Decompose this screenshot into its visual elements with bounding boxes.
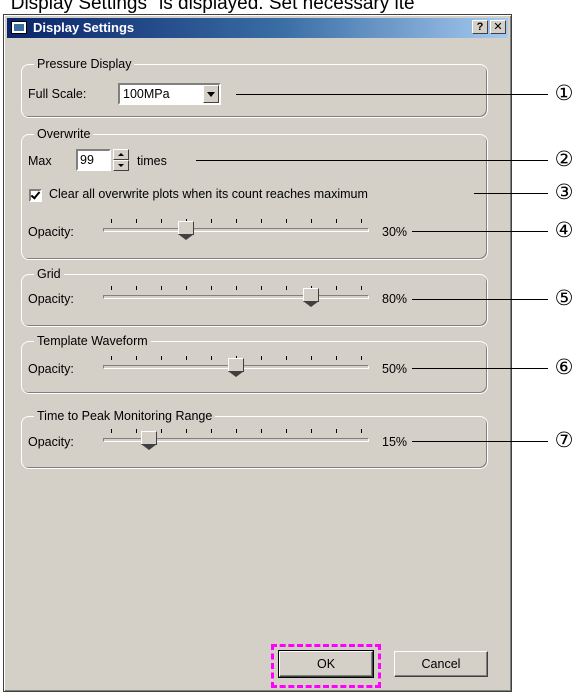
max-label: Max	[28, 154, 52, 168]
slider-tick	[236, 429, 237, 433]
slider-tick	[286, 429, 287, 433]
slider-tick	[111, 356, 112, 360]
callout-line	[412, 231, 548, 232]
slider-tick	[211, 219, 212, 223]
slider-tick	[161, 219, 162, 223]
max-count-input[interactable]: 99	[76, 149, 111, 171]
group-title: Pressure Display	[34, 56, 135, 72]
ttp-opacity-slider[interactable]	[103, 425, 369, 450]
help-button[interactable]: ?	[472, 20, 488, 34]
slider-tick	[211, 429, 212, 433]
opacity-label: Opacity:	[28, 225, 74, 239]
slider-tick	[211, 356, 212, 360]
group-title: Template Waveform	[34, 333, 151, 349]
slider-tick	[236, 286, 237, 290]
slider-tick	[136, 356, 137, 360]
slider-tick	[161, 286, 162, 290]
slider-tick	[161, 356, 162, 360]
slider-tick	[311, 219, 312, 223]
template-opacity-value: 50%	[382, 362, 408, 376]
callout-number: ⑦	[554, 429, 574, 452]
slider-track[interactable]	[103, 295, 369, 299]
slider-thumb[interactable]	[178, 221, 194, 240]
slider-tick	[136, 286, 137, 290]
slider-tick	[286, 286, 287, 290]
slider-tick	[261, 429, 262, 433]
group-title: Overwrite	[34, 126, 94, 142]
group-title: Grid	[34, 266, 64, 282]
full-scale-select[interactable]: 100MPa	[118, 83, 221, 105]
slider-thumb[interactable]	[140, 431, 157, 450]
callout-line	[412, 368, 548, 369]
callout-line	[236, 94, 548, 95]
callout-number: ⑤	[554, 287, 574, 310]
opacity-label: Opacity:	[28, 435, 74, 449]
clear-overwrite-label: Clear all overwrite plots when its count…	[49, 187, 368, 201]
callout-line	[412, 441, 548, 442]
window-icon	[11, 21, 27, 34]
slider-tick	[186, 286, 187, 290]
callout-line	[474, 193, 548, 194]
slider-tick	[186, 429, 187, 433]
slider-tick	[311, 429, 312, 433]
slider-thumb[interactable]	[228, 358, 244, 377]
template-opacity-slider[interactable]	[103, 352, 369, 377]
callout-number: ④	[554, 219, 574, 242]
slider-tick	[111, 286, 112, 290]
callout-number: ②	[554, 148, 574, 171]
slider-tick	[336, 429, 337, 433]
callout-line	[412, 299, 548, 300]
slider-tick	[261, 356, 262, 360]
spin-up-icon[interactable]	[113, 149, 129, 160]
slider-tick	[261, 286, 262, 290]
callout-number: ①	[554, 82, 574, 105]
callout-line	[196, 160, 548, 161]
full-scale-value: 100MPa	[123, 87, 170, 101]
slider-tick	[161, 429, 162, 433]
opacity-label: Opacity:	[28, 292, 74, 306]
cancel-button[interactable]: Cancel	[394, 651, 488, 677]
slider-track[interactable]	[103, 228, 369, 232]
slider-tick	[186, 356, 187, 360]
overwrite-opacity-value: 30%	[382, 225, 408, 239]
slider-tick	[136, 429, 137, 433]
title-bar[interactable]: Display Settings ? ✕	[7, 18, 508, 38]
slider-tick	[261, 219, 262, 223]
slider-tick	[311, 356, 312, 360]
close-button[interactable]: ✕	[490, 20, 506, 34]
ttp-opacity-value: 15%	[382, 435, 408, 449]
slider-tick	[286, 219, 287, 223]
slider-tick	[361, 219, 362, 223]
spin-down-icon[interactable]	[113, 160, 129, 171]
group-title: Time to Peak Monitoring Range	[34, 408, 216, 424]
pressure-display-group: Pressure Display	[21, 56, 488, 118]
callout-number: ⑥	[554, 356, 574, 379]
times-label: times	[137, 154, 167, 168]
ok-highlight-marker	[271, 644, 381, 688]
slider-tick	[336, 356, 337, 360]
slider-tick	[336, 286, 337, 290]
slider-tick	[336, 219, 337, 223]
slider-tick	[211, 286, 212, 290]
slider-tick	[236, 219, 237, 223]
window-title: Display Settings	[33, 20, 135, 35]
clear-overwrite-checkbox[interactable]	[29, 189, 42, 202]
grid-opacity-value: 80%	[382, 292, 408, 306]
full-scale-label: Full Scale:	[28, 87, 87, 101]
slider-tick	[111, 219, 112, 223]
slider-tick	[136, 219, 137, 223]
chevron-down-icon[interactable]	[203, 85, 219, 103]
slider-tick	[111, 429, 112, 433]
slider-tick	[361, 356, 362, 360]
slider-tick	[361, 286, 362, 290]
slider-tick	[286, 356, 287, 360]
slider-tick	[361, 429, 362, 433]
callout-number: ③	[554, 181, 574, 204]
max-count-stepper[interactable]	[113, 149, 129, 171]
grid-opacity-slider[interactable]	[103, 282, 369, 307]
slider-thumb[interactable]	[303, 288, 319, 307]
overwrite-opacity-slider[interactable]	[103, 215, 369, 240]
opacity-label: Opacity:	[28, 362, 74, 376]
